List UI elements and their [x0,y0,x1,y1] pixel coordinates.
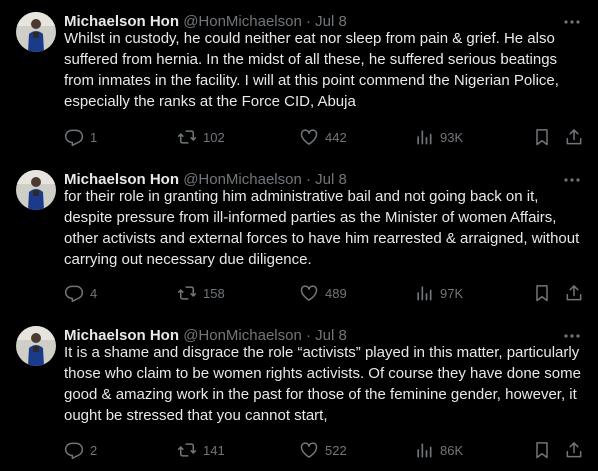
reply-count: 2 [90,442,98,458]
bookmark-button[interactable] [532,127,552,147]
like-button[interactable]: 522 [299,440,347,460]
avatar[interactable] [16,326,56,366]
avatar[interactable] [16,12,56,52]
action-bar: 2 141 522 86K [64,440,584,460]
share-button[interactable] [564,127,584,147]
reply-icon [64,442,84,460]
bookmark-button[interactable] [532,283,552,303]
repost-count: 141 [203,442,225,458]
repost-count: 102 [203,129,225,145]
bookmark-icon [536,442,548,459]
heart-icon [300,285,318,301]
tweet-text: Whilst in custody, he could neither eat … [64,30,559,110]
views-icon [417,130,432,145]
views-count: 86K [440,442,464,458]
views-count: 93K [440,129,464,145]
action-bar: 4 158 489 97K [64,283,584,303]
reply-icon [64,129,84,147]
repost-icon [177,130,197,144]
bookmark-button[interactable] [532,440,552,460]
reply-button[interactable]: 4 [64,283,97,303]
bookmark-icon [536,285,548,302]
repost-button[interactable]: 102 [177,127,225,147]
views-button[interactable]: 86K [414,440,463,460]
repost-count: 158 [203,285,225,301]
like-button[interactable]: 489 [299,283,347,303]
tweet-text: for their role in granting him administr… [64,188,580,268]
share-icon [566,285,582,301]
reply-count: 1 [90,129,98,145]
share-button[interactable] [564,440,584,460]
repost-icon [177,443,197,457]
views-button[interactable]: 93K [414,127,463,147]
reply-count: 4 [90,285,98,301]
action-bar: 1 102 442 93K [64,127,584,147]
share-icon [566,129,582,145]
like-count: 489 [325,285,347,301]
avatar[interactable] [16,170,56,210]
like-count: 522 [325,442,347,458]
repost-button[interactable]: 158 [177,283,225,303]
like-button[interactable]: 442 [299,127,347,147]
reply-icon [64,285,84,303]
heart-icon [300,129,318,145]
share-icon [566,442,582,458]
repost-icon [177,286,197,300]
tweet-text: It is a shame and disgrace the role “act… [64,344,581,424]
repost-button[interactable]: 141 [177,440,225,460]
heart-icon [300,442,318,458]
like-count: 442 [325,129,347,145]
views-icon [417,443,432,458]
share-button[interactable] [564,283,584,303]
views-count: 97K [440,285,464,301]
views-icon [417,286,432,301]
reply-button[interactable]: 1 [64,127,97,147]
reply-button[interactable]: 2 [64,440,97,460]
views-button[interactable]: 97K [414,283,463,303]
bookmark-icon [536,129,548,146]
